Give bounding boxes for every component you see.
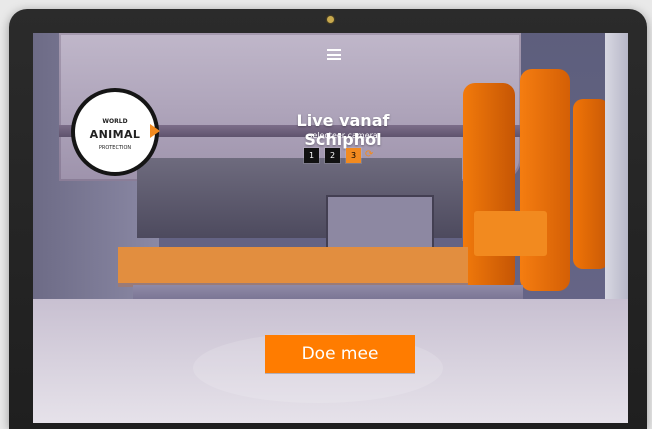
orange-part-2 bbox=[520, 69, 570, 291]
screen: WORLD ANIMAL PROTECTION Live vanaf Schip… bbox=[33, 33, 628, 423]
camera-subtitle: selecteer camera bbox=[308, 131, 378, 140]
camera-button-1[interactable]: 1 bbox=[304, 148, 319, 163]
orange-part-1 bbox=[463, 83, 515, 291]
build-platform bbox=[118, 247, 468, 283]
join-button[interactable]: Doe mee bbox=[265, 335, 415, 373]
webcam-indicator bbox=[327, 16, 334, 23]
orange-box bbox=[474, 211, 547, 256]
camera-button-2[interactable]: 2 bbox=[325, 148, 340, 163]
logo-accent bbox=[150, 124, 160, 138]
camera-button-3[interactable]: 3 bbox=[346, 148, 361, 163]
hamburger-icon[interactable] bbox=[327, 49, 341, 60]
refresh-icon[interactable]: ⟳ bbox=[365, 150, 375, 160]
world-animal-protection-logo: WORLD ANIMAL PROTECTION bbox=[75, 92, 160, 172]
logo-text-animal: ANIMAL bbox=[89, 128, 141, 141]
logo-text-world: WORLD bbox=[102, 118, 128, 125]
orange-part-3 bbox=[573, 99, 609, 269]
page-title: Live vanaf Schiphol bbox=[296, 111, 390, 149]
logo-text-protection: PROTECTION bbox=[98, 145, 132, 151]
laptop-device: WORLD ANIMAL PROTECTION Live vanaf Schip… bbox=[9, 9, 647, 429]
print-head bbox=[326, 195, 434, 249]
camera-selector: 1 2 3 ⟳ bbox=[304, 148, 375, 163]
